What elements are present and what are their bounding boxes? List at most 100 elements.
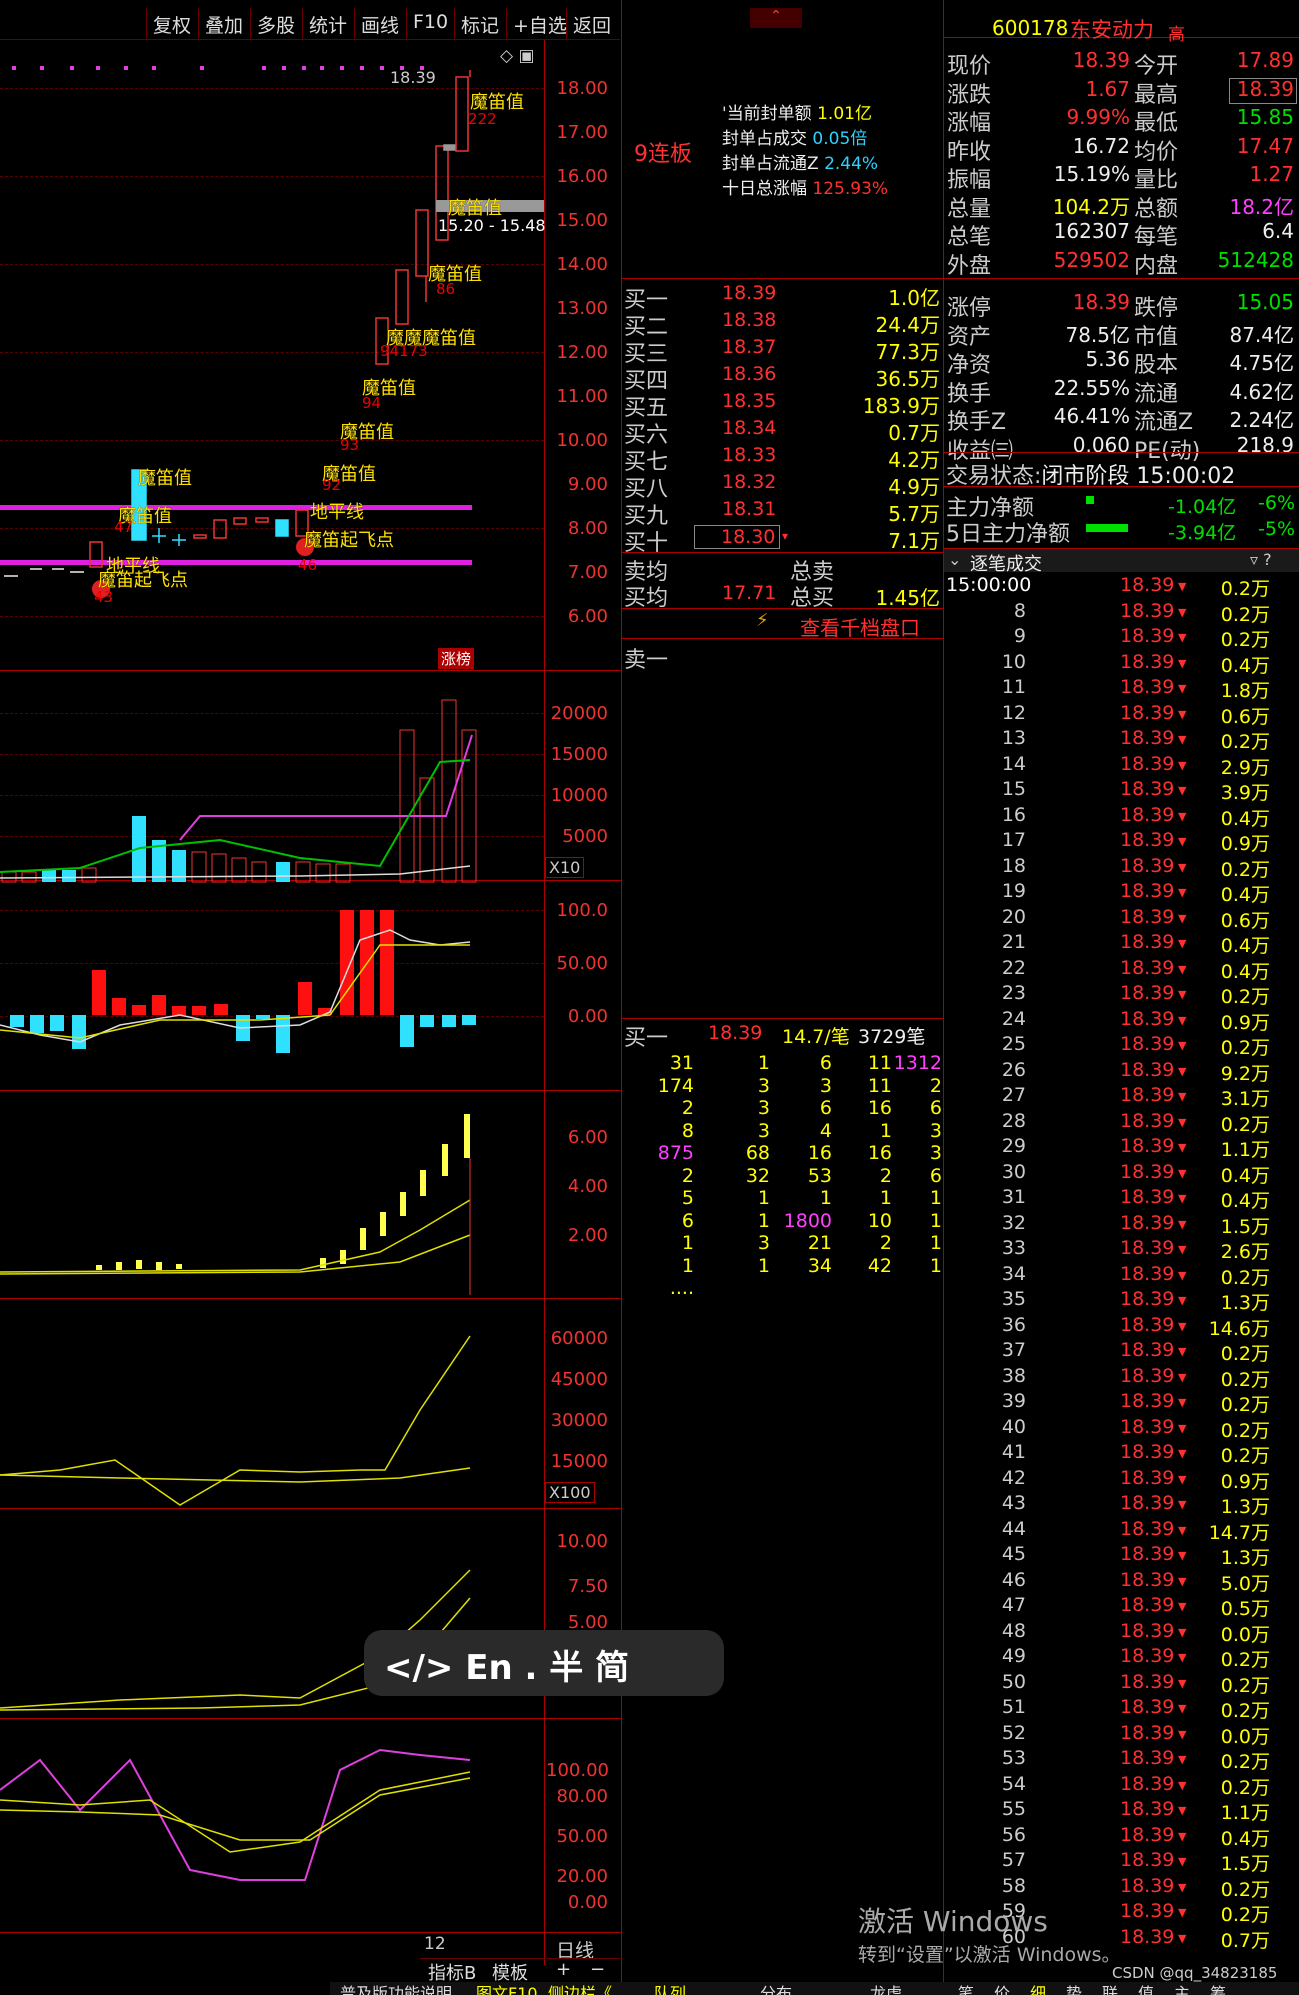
chevron-down-icon[interactable]: ⌄ bbox=[948, 550, 961, 569]
toolbar-multi-stock-button[interactable]: 多股 bbox=[250, 8, 301, 40]
price-tick: 18.00 bbox=[556, 78, 608, 99]
tab-help[interactable]: 普及版功能说明 bbox=[340, 1982, 452, 1995]
toolbar-draw-button[interactable]: 画线 bbox=[354, 8, 405, 40]
toolbar-add-watchlist-button[interactable]: +自选 bbox=[506, 8, 573, 40]
tab-main[interactable]: 主 bbox=[1174, 1982, 1190, 1995]
queue-cell: 3 bbox=[757, 1074, 770, 1097]
toolbar-stats-button[interactable]: 统计 bbox=[302, 8, 353, 40]
tab-chips[interactable]: 筹 bbox=[1210, 1982, 1226, 1995]
tab-distribution[interactable]: 分布 bbox=[760, 1982, 792, 1995]
quote-row: 净资 5.36 股本 4.75亿 bbox=[944, 347, 1299, 378]
toolbar-overlay-button[interactable]: 叠加 bbox=[198, 8, 249, 40]
tab-trend[interactable]: 势 bbox=[1066, 1982, 1082, 1995]
chart-settings-icon[interactable]: ◇ ▣ bbox=[500, 46, 535, 66]
stock-header: 600178 东安动力 高 bbox=[944, 10, 1299, 45]
queue-cell: 875 bbox=[657, 1142, 694, 1164]
ground-line-lower bbox=[0, 560, 472, 565]
indicator-tick: 100.0 bbox=[556, 900, 608, 921]
indicator-tick: 100.00 bbox=[546, 1760, 609, 1781]
tick-row: 10 18.39 ▼ 0.4万 bbox=[1001, 650, 1270, 677]
queue-cell: 2 bbox=[681, 1097, 694, 1119]
tick-row: 36 18.39 ▼ 14.6万 bbox=[1001, 1313, 1270, 1340]
queue-cell: 3 bbox=[757, 1097, 770, 1119]
queue-cell: 1 bbox=[929, 1209, 942, 1232]
quote-row: 外盘 529502 内盘 512428 bbox=[944, 247, 1299, 279]
quote-value: 16.72 bbox=[1072, 133, 1130, 158]
tab-queue[interactable]: 队列 bbox=[654, 1982, 686, 1995]
view-depth-link[interactable]: 查看千档盘口 bbox=[800, 612, 920, 641]
ime-toolbar[interactable]: </> En . 半 简 bbox=[364, 1630, 724, 1696]
price-tick: 10.00 bbox=[556, 430, 608, 451]
annotation-number: 94 bbox=[362, 394, 382, 412]
quote-value: 529502 bbox=[1053, 247, 1130, 272]
five-day-flow-row: 5日主力净额 -3.94亿 -5% bbox=[946, 518, 1295, 547]
quote-value: 22.55% bbox=[1053, 375, 1130, 400]
indicator-tick: 4.00 bbox=[567, 1176, 608, 1197]
tab-price[interactable]: 价 bbox=[994, 1982, 1010, 1995]
tick-row: 15:00:00 18.39 ▼ 0.2万 bbox=[946, 574, 1270, 600]
zoom-in-button[interactable]: + bbox=[556, 1959, 571, 1980]
toolbar-mark-button[interactable]: 标记 bbox=[454, 8, 505, 40]
quote-label: 内盘 bbox=[1134, 253, 1179, 279]
tick-row: 43 18.39 ▼ 1.3万 bbox=[1001, 1492, 1270, 1518]
quote-label: 今开 bbox=[1134, 54, 1179, 79]
quote-label: 净资 bbox=[947, 353, 992, 378]
zoom-out-button[interactable]: − bbox=[590, 1959, 605, 1980]
price-tick: 9.00 bbox=[567, 474, 608, 495]
annotation-number: 92 bbox=[322, 476, 342, 494]
quote-value: 18.39 bbox=[1072, 48, 1130, 72]
quote-row: 振幅 15.19% 量比 1.27 bbox=[944, 162, 1299, 193]
annotation-number: 94173 bbox=[380, 342, 428, 360]
tick-row: 52 18.39 ▼ 0.0万 bbox=[1001, 1721, 1270, 1748]
tab-dragon-tiger[interactable]: 龙虎 bbox=[870, 1982, 902, 1995]
quote-value: 512428 bbox=[1217, 247, 1294, 272]
collapse-toggle-icon[interactable]: ⌃ bbox=[750, 8, 802, 28]
sell1-label: 卖一 bbox=[624, 648, 669, 673]
flow-bar bbox=[1086, 496, 1094, 504]
toolbar-restore-button[interactable]: 复权 bbox=[146, 8, 197, 40]
tick-row: 25 18.39 ▼ 0.2万 bbox=[1001, 1033, 1270, 1059]
tick-row: 38 18.39 ▼ 0.2万 bbox=[1001, 1364, 1270, 1391]
quote-value: 5.36 bbox=[1085, 347, 1130, 371]
quote-label: 总笔 bbox=[947, 225, 992, 250]
queue-cell: 31 bbox=[669, 1052, 694, 1074]
queue-cell: 1 bbox=[681, 1232, 694, 1254]
indicator1-bars bbox=[10, 910, 476, 1053]
stock-tag: 高 bbox=[1168, 25, 1185, 45]
quote-value: 18.2亿 bbox=[1229, 194, 1294, 219]
tab-sidebar[interactable]: 侧边栏《 bbox=[548, 1982, 612, 1995]
tick-row: 40 18.39 ▼ 0.2万 bbox=[1001, 1415, 1270, 1442]
quote-value: 162307 bbox=[1053, 219, 1130, 243]
filter-icon[interactable]: ▿ ? bbox=[1250, 550, 1272, 569]
stock-name: 东安动力 bbox=[1070, 18, 1154, 42]
tab-link[interactable]: 联 bbox=[1102, 1982, 1118, 1995]
indicator-tick: 20.00 bbox=[556, 1866, 608, 1887]
indicator-tick: 0.00 bbox=[567, 1006, 608, 1027]
annotation-number: 46 bbox=[298, 556, 318, 574]
tab-trades[interactable]: 笔 bbox=[958, 1982, 974, 1995]
tick-row: 33 18.39 ▼ 2.6万 bbox=[1001, 1237, 1270, 1263]
tab-value[interactable]: 值 bbox=[1138, 1982, 1154, 1995]
tick-row: 9 18.39 ▼ 0.2万 bbox=[1013, 625, 1270, 651]
indicator-tick: 6.00 bbox=[567, 1127, 608, 1148]
quote-row: 收益㈢ 0.060 PE(动) 218.9 bbox=[944, 433, 1299, 464]
quote-value: 46.41% bbox=[1053, 404, 1130, 428]
price-tick: 14.00 bbox=[556, 254, 608, 275]
quote-value: 18.39 bbox=[1072, 290, 1130, 314]
total-buy-value: 1.45亿 bbox=[875, 586, 940, 610]
queue-cell: 2 bbox=[929, 1074, 942, 1097]
tick-row: 55 18.39 ▼ 1.1万 bbox=[1001, 1798, 1270, 1824]
tab-f10[interactable]: 图文F10 bbox=[476, 1982, 538, 1995]
queue-cell: 1 bbox=[757, 1052, 770, 1074]
quote-label: 涨幅 bbox=[947, 111, 992, 136]
price-tick: 6.00 bbox=[567, 606, 608, 627]
tab-detail[interactable]: 细 bbox=[1030, 1982, 1046, 1995]
tick-row: 21 18.39 ▼ 0.4万 bbox=[1001, 931, 1270, 957]
tick-row: 53 18.39 ▼ 0.2万 bbox=[1001, 1747, 1270, 1773]
toolbar-f10-button[interactable]: F10 bbox=[406, 8, 454, 40]
toolbar-back-button[interactable]: 返回 bbox=[566, 8, 617, 40]
quote-value: 104.2万 bbox=[1052, 194, 1130, 219]
queue-cell: 1312 bbox=[893, 1052, 942, 1074]
queue-cell: 3 bbox=[757, 1232, 770, 1254]
annotation-number: 43 bbox=[94, 588, 114, 606]
